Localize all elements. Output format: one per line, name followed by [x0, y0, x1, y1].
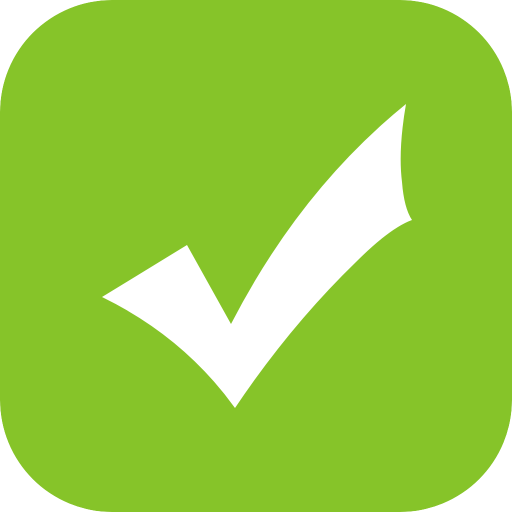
checkmark-icon: [0, 0, 512, 512]
icon-background: [0, 0, 512, 512]
app-icon[interactable]: [0, 0, 512, 512]
